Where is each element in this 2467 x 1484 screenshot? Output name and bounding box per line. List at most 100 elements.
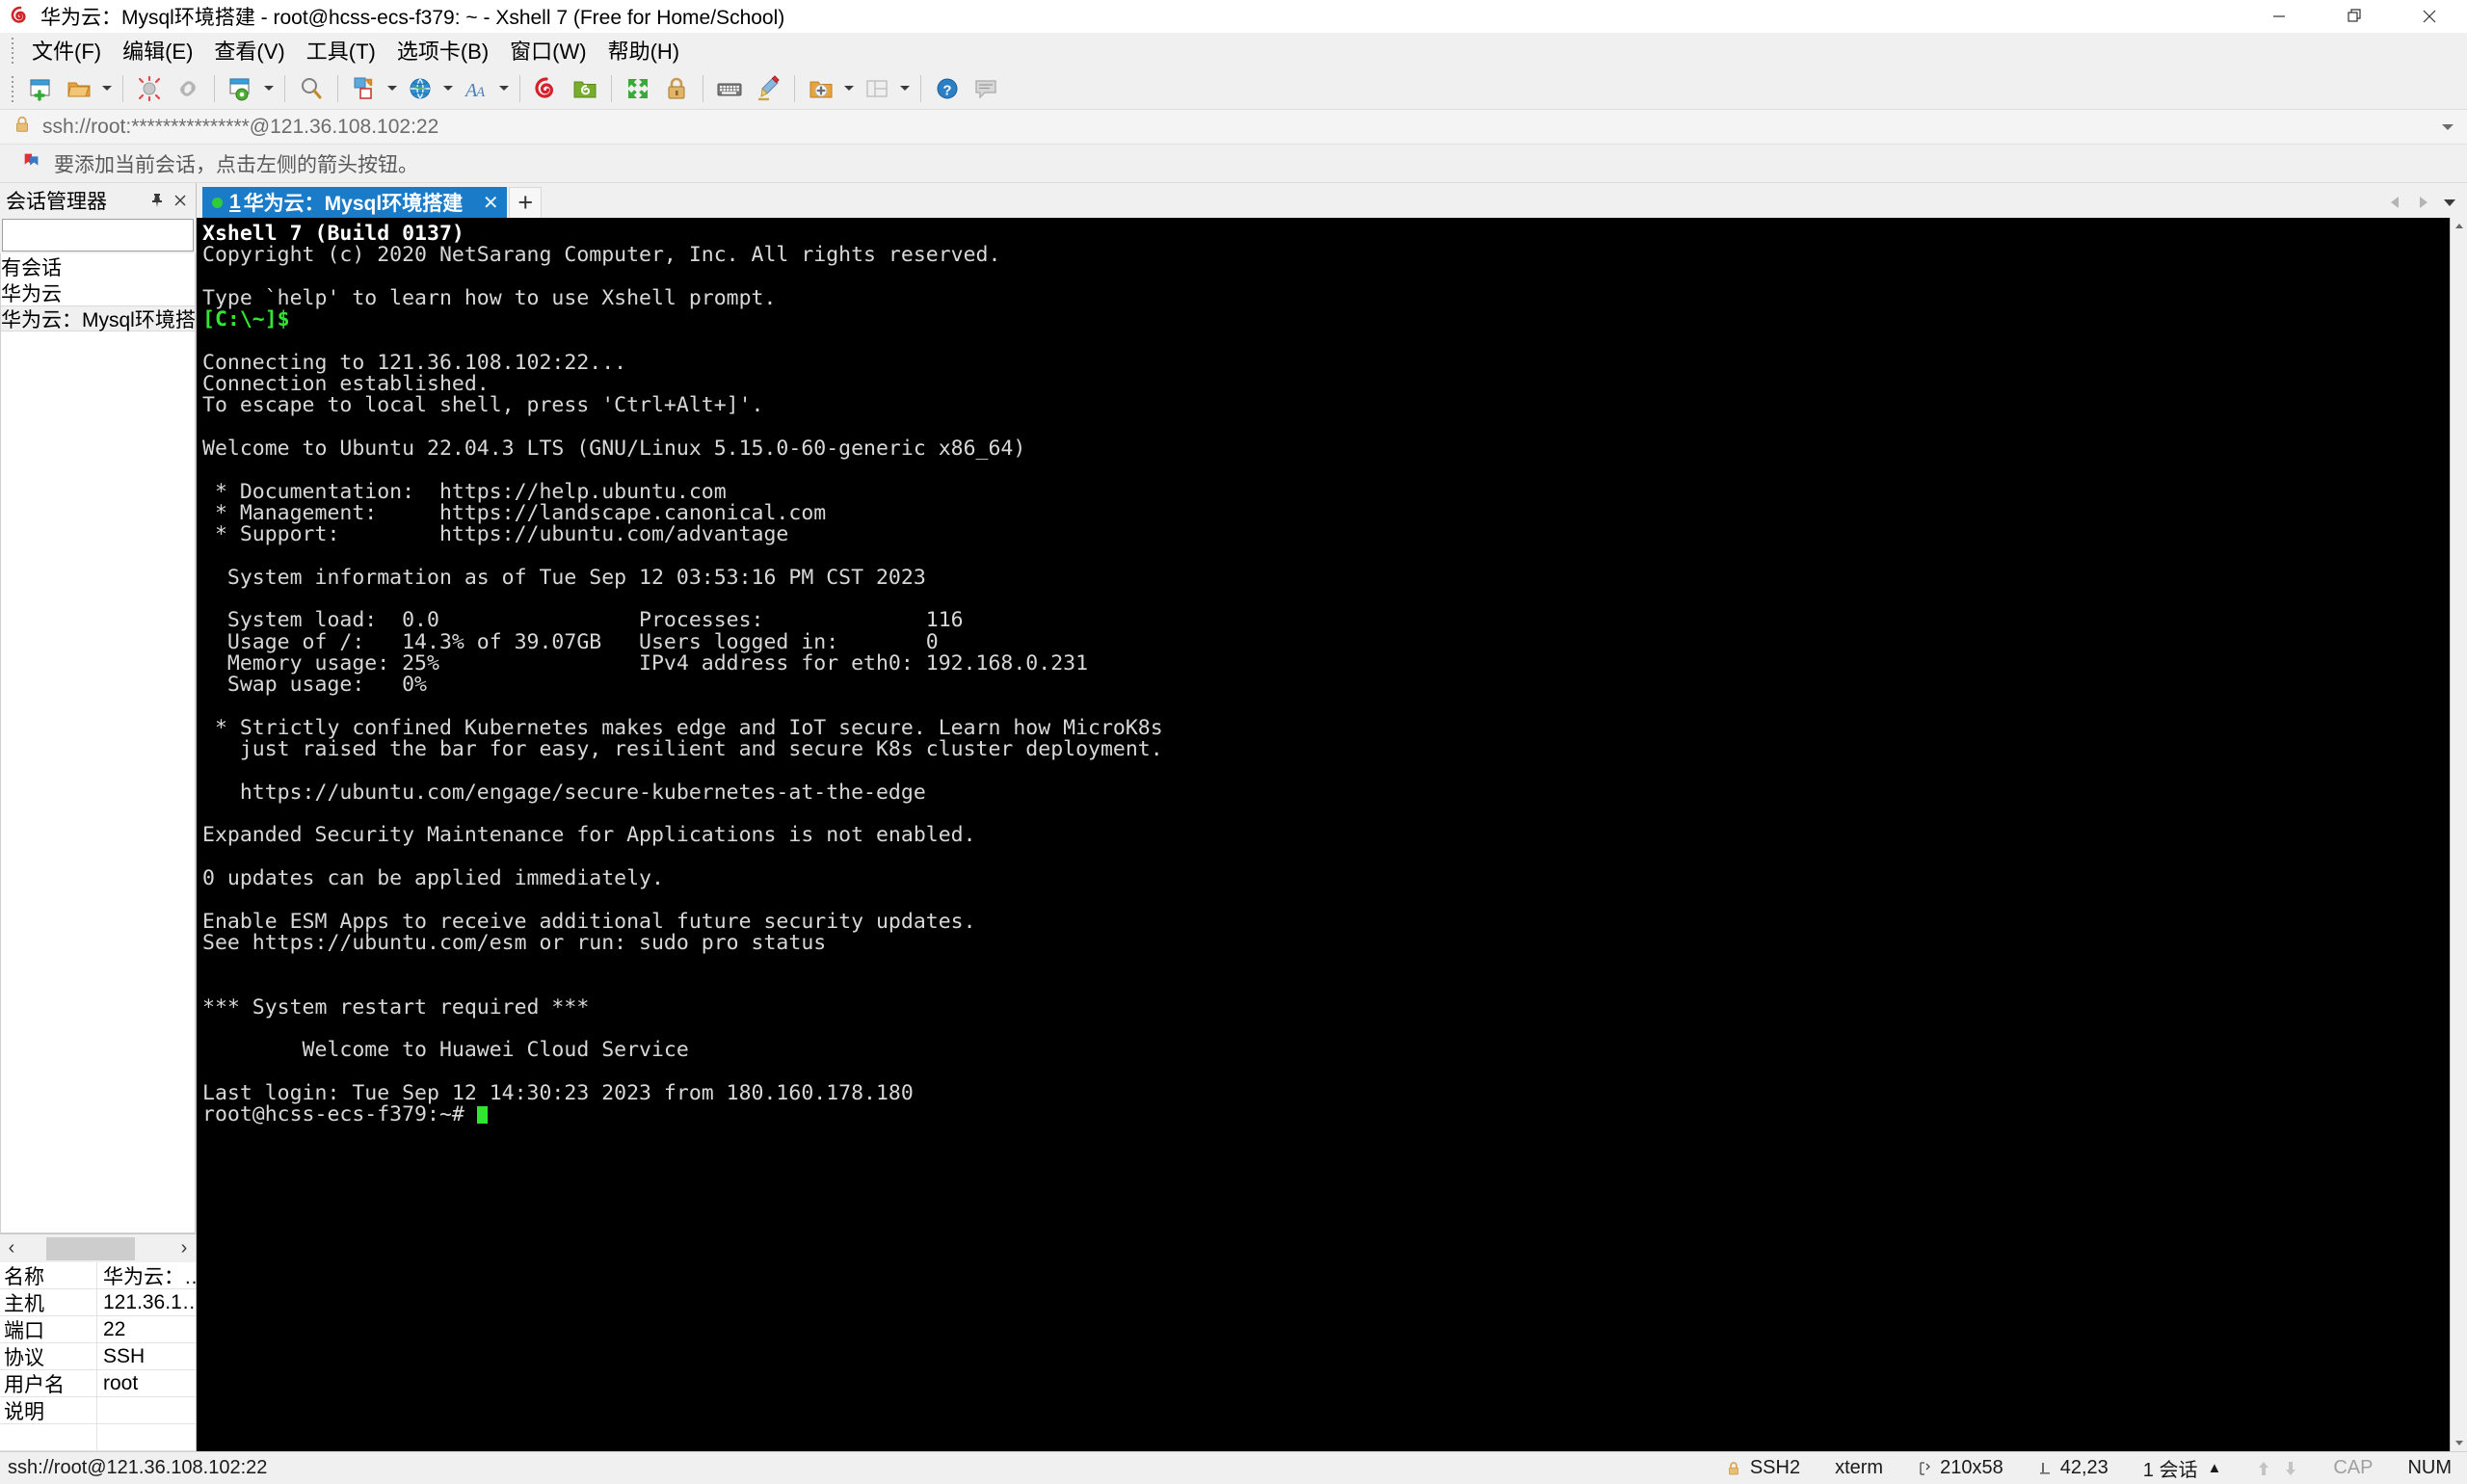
bookmark-flag-icon [21, 150, 42, 177]
toolbar: A A ? [0, 67, 2467, 110]
notice-text: 要添加当前会话，点击左侧的箭头按钮。 [54, 153, 418, 176]
font-icon[interactable]: A A [457, 70, 495, 107]
terminal-line: Memory usage: 25% IPv4 address for eth0:… [202, 650, 1089, 676]
hscroll-thumb[interactable] [46, 1236, 135, 1260]
find-icon[interactable] [292, 70, 331, 107]
session-properties-icon[interactable] [222, 70, 260, 107]
menu-file[interactable]: 文件(F) [21, 31, 112, 69]
fullscreen-icon[interactable] [619, 70, 657, 107]
lock-icon [12, 114, 33, 141]
restore-button[interactable] [2317, 0, 2392, 33]
open-session-dropdown[interactable] [98, 70, 116, 107]
hscroll-track[interactable] [23, 1234, 172, 1262]
new-session-icon[interactable] [21, 70, 60, 107]
add-folder-icon[interactable] [802, 70, 840, 107]
status-sessions-cell[interactable]: 1 会话 ▲ [2126, 1454, 2240, 1482]
arrow-down-icon [2283, 1460, 2298, 1477]
file-transfer-dropdown[interactable] [384, 70, 401, 107]
status-caps-lock: CAP [2333, 1457, 2374, 1478]
terminal-screen[interactable]: Xshell 7 (Build 0137) Copyright (c) 2020 … [197, 218, 2467, 1451]
title-bar: 华为云：Mysql环境搭建 - root@hcss-ecs-f379: ~ - … [0, 0, 2467, 33]
lock-icon[interactable] [657, 70, 696, 107]
address-bar[interactable]: ssh://root:***************@121.36.108.10… [0, 110, 2467, 145]
tab-mysql-env[interactable]: 1 华为云：Mysql环境搭建 ✕ [202, 187, 508, 218]
tree-item-all-sessions[interactable]: 有会话 [1, 253, 195, 279]
file-transfer-icon[interactable] [345, 70, 384, 107]
help-icon[interactable]: ? [928, 70, 967, 107]
terminal-scrollbar[interactable] [2450, 218, 2467, 1451]
tab-list-chevron-down-icon[interactable] [2438, 190, 2461, 215]
tab-scroll-left-icon[interactable] [2384, 190, 2407, 215]
tab-label: 华为云：Mysql环境搭建 [243, 193, 464, 215]
session-search-box[interactable] [2, 219, 282, 252]
cursor-icon [2038, 1461, 2054, 1476]
close-button[interactable] [2392, 0, 2467, 33]
tab-scroll-right-icon[interactable] [2411, 190, 2434, 215]
menu-window[interactable]: 窗口(W) [499, 31, 597, 69]
address-input[interactable]: ssh://root:***************@121.36.108.10… [42, 116, 438, 139]
session-properties-dropdown[interactable] [260, 70, 278, 107]
terminal-line: 0 updates can be applied immediately. [202, 865, 664, 890]
chevron-down-icon [443, 86, 453, 91]
layout-icon[interactable] [858, 70, 896, 107]
tree-item-mysql-env[interactable]: 华为云：Mysql环境搭建 [1, 305, 195, 331]
menu-view[interactable]: 查看(V) [203, 31, 295, 69]
terminal-line: Usage of /: 14.3% of 39.07GB Users logge… [202, 629, 939, 654]
session-tree-hscrollbar[interactable]: ‹ › [0, 1233, 196, 1262]
terminal-line: Last login: Tue Sep 12 14:30:23 2023 fro… [202, 1080, 914, 1105]
tab-close-icon[interactable]: ✕ [480, 191, 501, 215]
menu-tabs[interactable]: 选项卡(B) [386, 31, 499, 69]
pin-icon[interactable] [146, 187, 169, 214]
menu-drag-grip[interactable] [8, 36, 17, 65]
property-row: 名称 华为云：… [0, 1261, 196, 1289]
keyboard-icon[interactable] [710, 70, 749, 107]
chevron-right-icon[interactable]: › [172, 1235, 196, 1262]
chevron-left-icon[interactable]: ‹ [0, 1235, 23, 1262]
xshell-spiral-icon [8, 4, 33, 29]
session-tree[interactable]: 有会话 华为云 华为云：Mysql环境搭建 [0, 253, 196, 1233]
chevron-down-icon [102, 86, 112, 91]
xshell-icon[interactable] [527, 70, 566, 107]
comment-icon[interactable] [967, 70, 1005, 107]
terminal-line: * Support: https://ubuntu.com/advantage [202, 522, 789, 547]
toolbar-drag-grip[interactable] [8, 73, 17, 103]
new-tab-button[interactable]: + [509, 187, 543, 218]
reconnect-icon[interactable] [169, 70, 207, 107]
menu-help[interactable]: 帮助(H) [597, 31, 691, 69]
add-folder-dropdown[interactable] [840, 70, 858, 107]
tree-item-huawei-cloud[interactable]: 华为云 [1, 279, 195, 305]
open-session-icon[interactable] [60, 70, 98, 107]
svg-text:A: A [475, 85, 486, 100]
font-dropdown[interactable] [495, 70, 513, 107]
disconnect-icon[interactable] [130, 70, 169, 107]
scroll-up-icon[interactable] [2451, 218, 2467, 235]
sessions-caret-icon[interactable]: ▲ [2207, 1460, 2221, 1476]
close-icon[interactable] [169, 187, 192, 214]
property-key: 用户名 [0, 1369, 97, 1397]
terminal-output[interactable]: Xshell 7 (Build 0137) Copyright (c) 2020 … [197, 218, 2450, 1451]
highlight-icon[interactable] [749, 70, 787, 107]
xftp-icon[interactable] [566, 70, 604, 107]
property-key: 名称 [0, 1261, 97, 1289]
minimize-button[interactable] [2242, 0, 2317, 33]
terminal-line: Connecting to 121.36.108.102:22... [202, 350, 627, 375]
globe-dropdown[interactable] [439, 70, 457, 107]
status-protocol: SSH2 [1749, 1457, 1801, 1478]
globe-icon[interactable] [401, 70, 439, 107]
terminal-line: Copyright (c) 2020 NetSarang Computer, I… [202, 243, 1001, 268]
terminal-line: *** System restart required *** [202, 994, 590, 1020]
status-protocol-cell: SSH2 [1708, 1457, 1817, 1479]
chevron-down-icon[interactable] [2442, 123, 2454, 130]
terminal-line: * Strictly confined Kubernetes makes edg… [202, 715, 1163, 740]
status-num-lock: NUM [2407, 1457, 2452, 1478]
layout-dropdown[interactable] [896, 70, 914, 107]
scroll-down-icon[interactable] [2451, 1434, 2467, 1451]
menu-edit[interactable]: 编辑(E) [112, 31, 203, 69]
menu-tools[interactable]: 工具(T) [296, 31, 386, 69]
chevron-down-icon [900, 86, 910, 91]
terminal-line: Xshell 7 (Build 0137) [202, 222, 464, 246]
